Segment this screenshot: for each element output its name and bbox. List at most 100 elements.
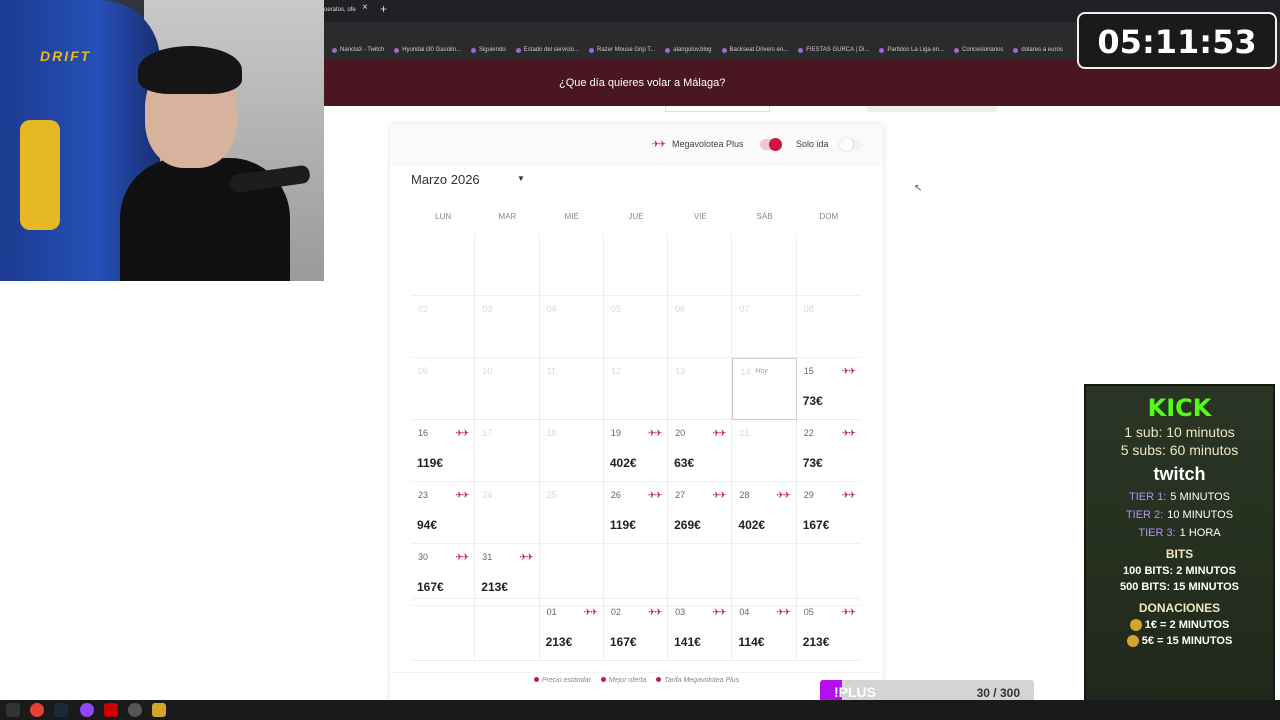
start-icon[interactable] — [6, 703, 20, 717]
calendar-day-cell[interactable]: 04 ✈✈ 114€ — [732, 599, 797, 661]
chevron-down-icon[interactable]: ▼ — [517, 174, 525, 183]
plane-icon: ✈✈ — [841, 366, 856, 376]
calendar-day-cell[interactable]: 19 ✈✈ 402€ — [603, 420, 669, 482]
bookmark-item[interactable]: FIESTAS GURCA | Di... — [798, 47, 869, 53]
calendar-day-cell: 05 — [603, 296, 669, 358]
calendar-day-cell — [475, 599, 540, 661]
bookmark-item[interactable]: Siguiendo — [470, 47, 506, 53]
day-number: 07 — [739, 304, 750, 314]
weekday-label: MIÉ — [564, 212, 579, 221]
calendar-day-cell[interactable]: 20 ✈✈ 63€ — [668, 420, 733, 482]
calendar-day-cell[interactable]: 31 ✈✈ 213€ — [475, 544, 540, 606]
bookmark-item[interactable]: Nancla3 - Twitch — [332, 47, 384, 53]
app-icon-2[interactable] — [104, 703, 118, 717]
calendar-day-cell — [539, 544, 604, 606]
bookmark-icon — [721, 47, 727, 53]
donation-5: 5€ = 15 MINUTOS — [1086, 635, 1273, 648]
day-number: 04 — [546, 304, 557, 314]
day-number: 26 — [610, 490, 621, 500]
calendar-day-cell: 17 — [475, 420, 540, 482]
app-icon-3[interactable] — [128, 703, 142, 717]
calendar-day-cell: 03 — [475, 296, 540, 358]
bookmark-item[interactable]: Hyundai i30 Gasolin... — [394, 47, 461, 53]
plane-icon: ✈✈ — [583, 607, 598, 617]
plane-icon: ✈✈ — [455, 552, 469, 562]
calendar-day-cell — [539, 234, 604, 296]
plane-icon: ✈✈ — [841, 428, 856, 438]
day-number: 04 — [739, 607, 750, 617]
calendar-week-row: 02 03 04 05 06 07 08 — [411, 296, 861, 358]
search-button-stub — [867, 106, 997, 112]
weekday-label: SÁB — [756, 212, 773, 221]
steam-icon[interactable] — [54, 703, 68, 717]
day-number: 28 — [739, 490, 750, 500]
day-price: 141€ — [674, 635, 701, 649]
day-number: 29 — [803, 490, 814, 500]
calendar-week-row: 16 ✈✈ 119€ 17 18 19 ✈✈ 402€ 20 ✈✈ 63€ 21 22 ✈✈ 73€ — [411, 420, 861, 482]
calendar-card: ✈✈ Megavolotea Plus Solo ida Marzo 2026 … — [390, 124, 883, 704]
day-price: 269€ — [674, 518, 701, 532]
calendar-day-cell[interactable]: 26 ✈✈ 119€ — [603, 482, 669, 544]
today-label: Hoy — [755, 368, 768, 375]
bookmark-icon — [515, 47, 521, 53]
legend-item: Precio estándar — [533, 677, 591, 694]
calendar-day-cell[interactable]: 29 ✈✈ 167€ — [796, 482, 861, 544]
calendar-day-cell — [732, 544, 797, 606]
new-tab-button[interactable]: + — [380, 2, 387, 16]
calendar-day-cell[interactable]: 01 ✈✈ 213€ — [539, 599, 604, 661]
plane-icon: ✈✈ — [648, 490, 662, 500]
bookmark-item[interactable]: Estado del servicio... — [515, 47, 579, 53]
calendar-day-cell: 18 — [539, 420, 604, 482]
flight-question: ¿Que día quieres volar a Málaga? — [559, 77, 726, 89]
calendar-day-cell[interactable]: 05 ✈✈ 213€ — [796, 599, 861, 661]
calendar-day-cell: 21 — [732, 420, 797, 482]
weekday-label: JUE — [628, 212, 644, 221]
bookmark-item[interactable]: Razer Mouse Grip T... — [589, 47, 655, 53]
calendar-day-cell[interactable]: 27 ✈✈ 269€ — [668, 482, 733, 544]
day-number: 21 — [739, 428, 750, 438]
streamer — [120, 40, 290, 281]
calendar-day-cell — [668, 234, 733, 296]
bookmark-item[interactable]: Concesionarios — [954, 47, 1003, 53]
bookmark-item[interactable]: Backseat Drivers en... — [721, 47, 788, 53]
calendar-week-row: 30 ✈✈ 167€ 31 ✈✈ 213€ — [411, 544, 861, 606]
calendar-day-cell[interactable]: 28 ✈✈ 402€ — [732, 482, 797, 544]
calendar-day-cell[interactable]: 03 ✈✈ 141€ — [668, 599, 733, 661]
calendar-day-cell: 13 — [668, 358, 733, 420]
chrome-icon[interactable] — [30, 703, 44, 717]
app-icon-4[interactable] — [152, 703, 166, 717]
day-price: 63€ — [674, 456, 695, 470]
plane-icon: ✈✈ — [841, 607, 856, 617]
calendar-day-cell: 12 — [603, 358, 669, 420]
close-tab-icon[interactable]: × — [362, 2, 368, 13]
app-icon[interactable] — [80, 703, 94, 717]
calendar-day-cell[interactable]: 02 ✈✈ 167€ — [603, 599, 669, 661]
calendar-day-cell[interactable]: 16 ✈✈ 119€ — [411, 420, 476, 482]
calendar-day-cell — [475, 234, 540, 296]
legend-dot — [533, 677, 539, 682]
month-selector[interactable]: Marzo 2026 — [411, 172, 480, 187]
calendar-day-cell[interactable]: 15 ✈✈ 73€ — [796, 358, 861, 420]
bookmark-item[interactable]: Partidos La Liga en... — [879, 47, 944, 53]
day-number: 20 — [675, 428, 686, 438]
one-way-toggle[interactable] — [840, 138, 862, 151]
bookmark-item[interactable]: alangulov.blog — [665, 47, 712, 53]
calendar-day-cell[interactable]: 22 ✈✈ 73€ — [796, 420, 861, 482]
day-number: 15 — [803, 366, 814, 376]
bookmark-icon — [470, 47, 476, 53]
plane-icon: ✈✈ — [648, 607, 662, 617]
calendar-day-cell[interactable]: 23 ✈✈ 94€ — [411, 482, 476, 544]
calendar-day-cell[interactable]: 30 ✈✈ 167€ — [411, 544, 476, 606]
day-number: 16 — [418, 428, 429, 438]
legend-item: Tarifa Megavolotea Plus — [656, 677, 739, 694]
bookmark-item[interactable]: dolares a euros — [1013, 47, 1063, 53]
weekday-label: LUN — [435, 212, 452, 221]
day-number: 03 — [482, 304, 493, 314]
day-number: 09 — [418, 366, 429, 376]
calendar-day-cell: 07 — [732, 296, 797, 358]
megavolotea-toggle[interactable] — [760, 138, 782, 151]
day-price: 167€ — [802, 518, 830, 532]
plane-icon: ✈✈ — [712, 428, 726, 438]
day-number: 03 — [675, 607, 686, 617]
day-number: 14 — [740, 367, 751, 377]
